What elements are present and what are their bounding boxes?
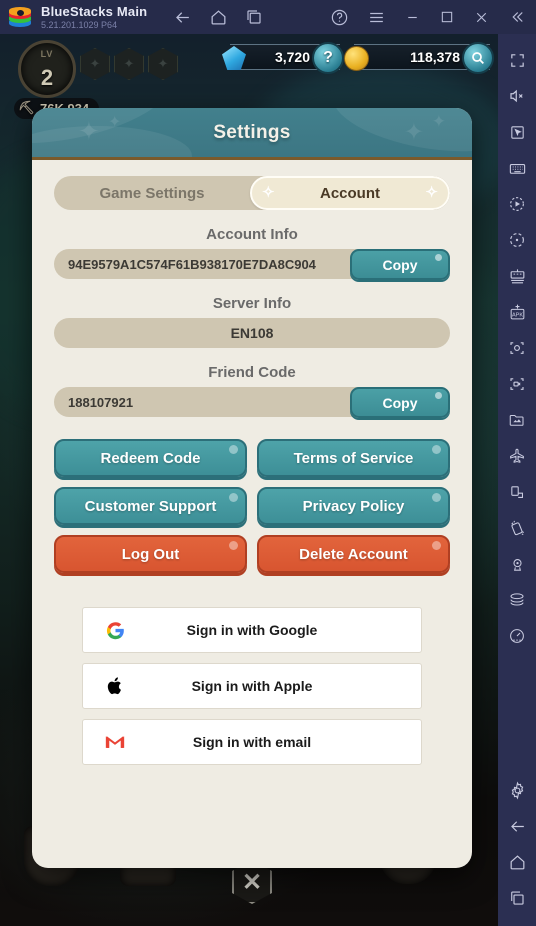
install-apk-icon[interactable]: APK	[498, 294, 536, 330]
sign-in-email-label: Sign in with email	[192, 734, 312, 750]
collapse-sidebar-icon[interactable]	[508, 8, 526, 26]
dialog-title: Settings	[213, 121, 291, 143]
search-icon[interactable]	[462, 42, 494, 74]
hex-slot[interactable]	[80, 48, 110, 80]
game-hud: LV 2 ⛏ 76K 934 3,720 ? 118,	[0, 34, 498, 119]
game-viewport[interactable]: LV 2 ⛏ 76K 934 3,720 ? 118,	[0, 34, 498, 926]
keyboard-icon[interactable]	[498, 150, 536, 186]
tab-account-label: Account	[320, 184, 380, 202]
layers-icon[interactable]	[498, 582, 536, 618]
titlebar-nav-group	[173, 8, 263, 27]
sign-in-google-button[interactable]: Sign in with Google	[82, 607, 422, 653]
app-version: 5.21.201.1029 P64	[41, 19, 118, 30]
gem-value: 3,720	[274, 49, 310, 65]
copy-account-id-button[interactable]: Copy	[350, 249, 450, 280]
sign-in-apple-button[interactable]: Sign in with Apple	[82, 663, 422, 709]
cursor-icon[interactable]	[498, 114, 536, 150]
titlebar-window-controls	[330, 8, 526, 27]
home-icon[interactable]	[498, 844, 536, 880]
back-icon[interactable]	[173, 8, 192, 27]
record-screen-icon[interactable]	[498, 366, 536, 402]
customer-support-button[interactable]: Customer Support	[54, 487, 247, 525]
titlebar-labels: BlueStacks Main 5.21.201.1029 P64	[41, 5, 147, 30]
macro-record-icon[interactable]	[498, 186, 536, 222]
help-icon[interactable]	[330, 8, 349, 27]
gmail-icon	[105, 732, 125, 752]
tab-game-settings[interactable]: Game Settings	[54, 176, 250, 210]
settings-tabs: Game Settings ✧ Account ✧	[54, 176, 450, 210]
fullscreen-icon[interactable]	[498, 42, 536, 78]
sparkle-icon: ✦	[403, 119, 424, 146]
settings-dialog: ✦ ✦ ✦ ✦ Settings Game Settings ✧ Account…	[32, 108, 472, 868]
settings-gear-icon[interactable]	[498, 772, 536, 808]
gold-coin-icon	[344, 46, 369, 71]
media-manager-icon[interactable]	[498, 402, 536, 438]
performance-icon[interactable]	[498, 618, 536, 654]
app-title: BlueStacks Main	[41, 3, 148, 19]
delete-account-button[interactable]: Delete Account	[257, 535, 450, 573]
screenshot-icon[interactable]	[498, 330, 536, 366]
coin-value: 118,378	[410, 49, 460, 65]
sparkle-icon: ✦	[108, 114, 122, 131]
resize-icon[interactable]	[498, 474, 536, 510]
multi-instance-icon[interactable]	[245, 8, 263, 26]
copy-friend-code-button[interactable]: Copy	[350, 387, 450, 418]
recents-icon[interactable]	[498, 880, 536, 916]
sparkle-icon: ✦	[431, 112, 446, 131]
close-icon[interactable]	[473, 9, 490, 26]
terms-of-service-button[interactable]: Terms of Service	[257, 439, 450, 477]
airplane-icon[interactable]	[498, 438, 536, 474]
app-screen: BlueStacks Main 5.21.201.1029 P64 LV 2 ✦…	[0, 0, 536, 926]
gem-add-button[interactable]: ?	[312, 42, 344, 74]
gem-currency[interactable]: 3,720 ?	[222, 42, 344, 74]
coin-currency[interactable]: 118,378	[344, 42, 494, 74]
player-level-badge[interactable]: LV 2	[18, 40, 76, 98]
sparkle-icon: ✧	[262, 184, 275, 201]
bluestacks-logo-icon	[9, 6, 31, 28]
sparkle-icon: ✦	[78, 116, 100, 146]
diamond-icon	[222, 46, 246, 70]
rotate-icon[interactable]	[498, 222, 536, 258]
redeem-code-button[interactable]: Redeem Code	[54, 439, 247, 477]
sign-in-apple-label: Sign in with Apple	[191, 678, 313, 694]
bluestacks-sidebar: APK	[498, 34, 536, 926]
account-info-row: 94E9579A1C574F61B938170E7DA8C904 Copy	[54, 249, 450, 280]
hud-hex-slots	[80, 48, 178, 80]
friend-code-label: Friend Code	[208, 364, 296, 381]
minimize-icon[interactable]	[404, 9, 421, 26]
maximize-icon[interactable]	[439, 9, 455, 25]
privacy-policy-button[interactable]: Privacy Policy	[257, 487, 450, 525]
level-prefix-label: LV	[40, 49, 54, 59]
hex-slot[interactable]	[148, 48, 178, 80]
mute-icon[interactable]	[498, 78, 536, 114]
server-info-label: Server Info	[212, 295, 292, 312]
level-value: 2	[40, 65, 54, 90]
location-icon[interactable]	[498, 546, 536, 582]
dialog-body: Game Settings ✧ Account ✧ Account Info 9…	[32, 160, 472, 868]
apple-icon	[105, 676, 125, 696]
tab-account[interactable]: ✧ Account ✧	[250, 176, 450, 210]
home-icon[interactable]	[209, 8, 228, 27]
header-decoration	[327, 108, 472, 157]
sparkle-icon: ✧	[425, 184, 438, 201]
bluestacks-titlebar: BlueStacks Main 5.21.201.1029 P64	[0, 0, 536, 34]
account-actions-grid: Redeem Code Terms of Service Customer Su…	[54, 439, 450, 573]
multi-instance-manager-icon[interactable]	[498, 258, 536, 294]
svg-text:APK: APK	[511, 312, 522, 318]
hex-slot[interactable]	[114, 48, 144, 80]
account-info-label: Account Info	[206, 226, 298, 243]
friend-code-row: 188107921 Copy	[54, 387, 450, 418]
server-info-row: EN108	[54, 318, 450, 348]
menu-icon[interactable]	[367, 8, 386, 27]
dialog-header: ✦ ✦ ✦ ✦ Settings	[32, 108, 472, 160]
currency-bar: 3,720 ? 118,378	[222, 42, 494, 74]
log-out-button[interactable]: Log Out	[54, 535, 247, 573]
back-arrow-icon[interactable]	[498, 808, 536, 844]
google-icon	[105, 620, 125, 640]
shake-icon[interactable]	[498, 510, 536, 546]
sign-in-google-label: Sign in with Google	[186, 622, 318, 638]
sign-in-email-button[interactable]: Sign in with email	[82, 719, 422, 765]
server-value: EN108	[54, 318, 450, 348]
signin-list: Sign in with Google Sign in with Apple S…	[54, 607, 450, 765]
